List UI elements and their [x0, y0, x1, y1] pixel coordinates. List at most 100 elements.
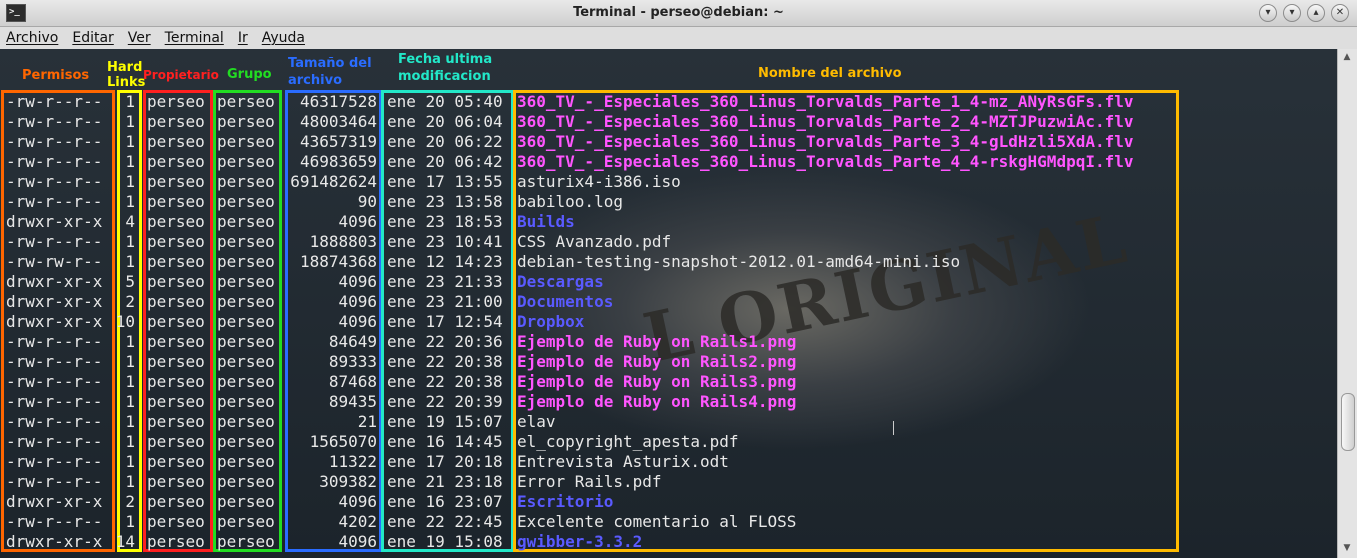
scrollbar-thumb[interactable]	[1341, 393, 1355, 451]
links-cell: 1	[125, 332, 135, 351]
owner-cell: perseo	[147, 272, 205, 291]
permissions-cell: -rw-r--r--	[6, 152, 103, 171]
size-cell: 48003464	[299, 112, 377, 131]
label-permisos: Permisos	[22, 68, 90, 83]
owner-cell: perseo	[147, 372, 205, 391]
date-cell: ene 16 23:07	[387, 492, 503, 511]
label-fecha: Fecha ultima	[398, 52, 493, 67]
permissions-cell: -rw-r--r--	[6, 372, 103, 391]
filename-cell: debian-testing-snapshot-2012.01-amd64-mi…	[517, 252, 961, 271]
owner-cell: perseo	[147, 352, 205, 371]
owner-cell: perseo	[147, 392, 205, 411]
group-cell: perseo	[217, 512, 275, 531]
permissions-cell: -rw-rw-r--	[6, 252, 103, 271]
size-cell: 89333	[328, 352, 377, 371]
links-cell: 1	[125, 172, 135, 191]
group-cell: perseo	[217, 432, 275, 451]
scrollbar[interactable]: ▲ ▼	[1337, 49, 1357, 558]
scroll-up-arrow-icon[interactable]: ▲	[1341, 52, 1353, 64]
owner-cell: perseo	[147, 252, 205, 271]
permissions-cell: -rw-r--r--	[6, 432, 103, 451]
window-titlebar[interactable]: >_ Terminal - perseo@debian: ~ ▾ ▾ ▴ ✕	[0, 0, 1357, 27]
size-cell: 90	[357, 192, 377, 211]
terminal-area[interactable]: L ORIGINAL Permisos Hard Links Propietar…	[0, 49, 1337, 558]
date-cell: ene 20 06:22	[387, 132, 503, 151]
label-tamano: Tamaño del	[288, 56, 372, 71]
group-cell: perseo	[217, 352, 275, 371]
size-cell: 4096	[338, 492, 377, 511]
menu-ir[interactable]: Ir	[238, 30, 248, 46]
size-cell: 4096	[338, 272, 377, 291]
filename-cell: gwibber-3.3.2	[517, 532, 643, 551]
label-hard: Hard	[107, 60, 143, 75]
date-cell: ene 17 20:18	[387, 452, 503, 471]
date-cell: ene 20 05:40	[387, 92, 503, 111]
links-cell: 2	[125, 492, 135, 511]
filename-cell: el_copyright_apesta.pdf	[517, 432, 739, 451]
links-cell: 4	[125, 212, 135, 231]
links-cell: 1	[125, 472, 135, 491]
permissions-cell: -rw-r--r--	[6, 412, 103, 431]
scroll-down-arrow-icon[interactable]: ▼	[1341, 543, 1353, 555]
size-cell: 43657319	[299, 132, 377, 151]
label-grupo: Grupo	[227, 67, 272, 82]
links-cell: 1	[125, 352, 135, 371]
minimize-button[interactable]: ▾	[1283, 4, 1301, 22]
permissions-cell: -rw-r--r--	[6, 172, 103, 191]
filename-cell: Dropbox	[517, 312, 585, 331]
label-nombre: Nombre del archivo	[758, 66, 902, 81]
filename-cell: Entrevista Asturix.odt	[517, 452, 729, 471]
links-cell: 1	[125, 252, 135, 271]
shade-button[interactable]: ▾	[1259, 4, 1277, 22]
permissions-cell: -rw-r--r--	[6, 452, 103, 471]
menu-ver[interactable]: Ver	[128, 30, 151, 46]
group-cell: perseo	[217, 492, 275, 511]
links-cell: 1	[125, 232, 135, 251]
owner-cell: perseo	[147, 532, 205, 551]
size-cell: 18874368	[299, 252, 377, 271]
links-cell: 1	[125, 132, 135, 151]
menu-archivo[interactable]: Archivo	[6, 30, 58, 46]
links-cell: 1	[125, 452, 135, 471]
filename-cell: Ejemplo de Ruby on Rails4.png	[517, 392, 797, 411]
size-cell: 46317528	[299, 92, 377, 111]
filename-cell: Error Rails.pdf	[517, 472, 662, 491]
permissions-cell: drwxr-xr-x	[6, 292, 103, 311]
owner-cell: perseo	[147, 172, 205, 191]
group-cell: perseo	[217, 412, 275, 431]
links-cell: 1	[125, 192, 135, 211]
menu-ayuda[interactable]: Ayuda	[262, 30, 305, 46]
close-button[interactable]: ✕	[1331, 4, 1349, 22]
owner-cell: perseo	[147, 512, 205, 531]
owner-cell: perseo	[147, 232, 205, 251]
owner-cell: perseo	[147, 472, 205, 491]
maximize-button[interactable]: ▴	[1307, 4, 1325, 22]
permissions-cell: -rw-r--r--	[6, 112, 103, 131]
date-cell: ene 22 20:38	[387, 372, 503, 391]
filename-cell: elav	[517, 412, 556, 431]
permissions-cell: -rw-r--r--	[6, 232, 103, 251]
group-cell: perseo	[217, 92, 275, 111]
label-links: Links	[107, 75, 146, 90]
owner-cell: perseo	[147, 412, 205, 431]
owner-cell: perseo	[147, 332, 205, 351]
date-cell: ene 22 22:45	[387, 512, 503, 531]
menu-terminal[interactable]: Terminal	[165, 30, 224, 46]
group-cell: perseo	[217, 132, 275, 151]
group-cell: perseo	[217, 152, 275, 171]
window-controls: ▾ ▾ ▴ ✕	[1259, 4, 1349, 22]
permissions-cell: -rw-r--r--	[6, 392, 103, 411]
filename-cell: Ejemplo de Ruby on Rails3.png	[517, 372, 797, 391]
filename-cell: babiloo.log	[517, 192, 623, 211]
filename-cell: CSS Avanzado.pdf	[517, 232, 672, 251]
permissions-cell: -rw-r--r--	[6, 352, 103, 371]
date-cell: ene 23 13:58	[387, 192, 503, 211]
permissions-cell: -rw-r--r--	[6, 132, 103, 151]
owner-cell: perseo	[147, 212, 205, 231]
group-cell: perseo	[217, 272, 275, 291]
group-cell: perseo	[217, 332, 275, 351]
menu-editar[interactable]: Editar	[72, 30, 113, 46]
links-cell: 1	[125, 412, 135, 431]
owner-cell: perseo	[147, 432, 205, 451]
owner-cell: perseo	[147, 452, 205, 471]
